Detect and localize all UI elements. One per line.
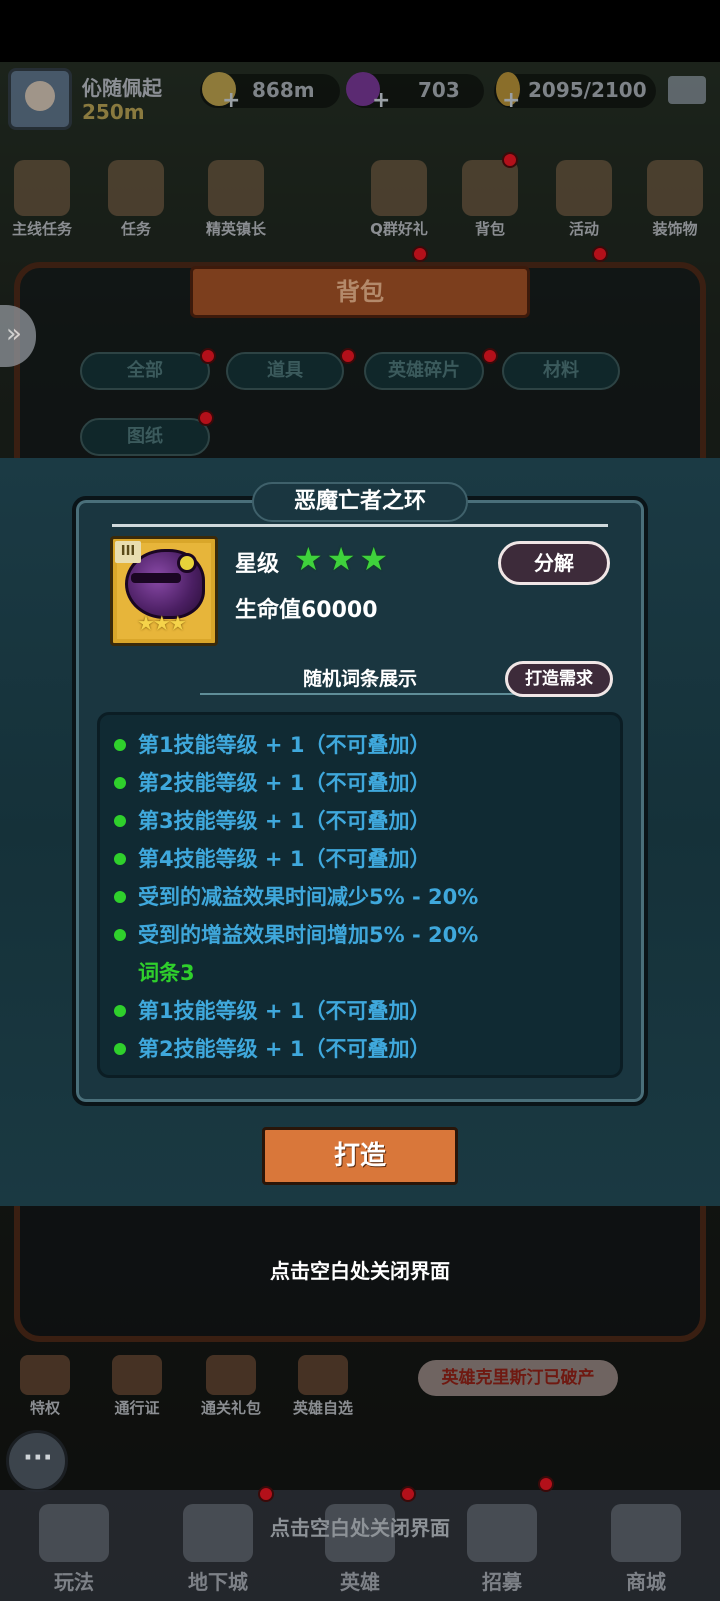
hero-select-button[interactable]: 英雄自选 [278, 1355, 368, 1418]
menu-main-quest[interactable]: 主线任务 [2, 160, 82, 239]
battle-pass-button[interactable]: 通行证 [92, 1355, 182, 1418]
list-item: 第4技能等级 + 1（不可叠加） [100, 843, 626, 873]
energy-value: 2095/2100 [528, 78, 647, 102]
bullet-icon [114, 1005, 126, 1017]
item-star-icons: ★★★ [137, 611, 187, 635]
list-item: 受到的增益效果时间增加5% - 20% [100, 919, 626, 949]
bullet-icon [114, 815, 126, 827]
decompose-button[interactable]: 分解 [498, 541, 610, 585]
notification-dot [482, 348, 498, 364]
craft-button[interactable]: 打造 [262, 1127, 458, 1185]
add-energy-icon[interactable]: + [502, 88, 520, 113]
nav-heroes[interactable]: 英雄 [290, 1490, 430, 1601]
tab-items[interactable]: 道具 [226, 352, 344, 390]
gift-pack-icon [206, 1355, 256, 1395]
list-item: 第2技能等级 + 1（不可叠加） [100, 1033, 626, 1063]
mayor-icon [208, 160, 264, 216]
bag-title-bar: 背包 [190, 266, 530, 318]
tier-badge: III [115, 541, 141, 563]
player-name: 伈随佩起 [82, 76, 162, 100]
item-icon-frame: III ★★★ [110, 536, 218, 646]
privilege-card-icon [20, 1355, 70, 1395]
tree-decoration-icon [647, 160, 703, 216]
close-hint-shadow: 点击空白处关闭界面 [270, 1516, 450, 1540]
bullet-icon [114, 929, 126, 941]
notification-dot [200, 348, 216, 364]
list-item: 第1技能等级 + 1（不可叠加） [100, 995, 626, 1025]
menu-qq-group-gift[interactable]: Q群好礼 [354, 160, 444, 239]
notification-dot [592, 246, 608, 262]
list-item: 第2技能等级 + 1（不可叠加） [100, 767, 626, 797]
notification-dot [198, 410, 214, 426]
bullet-icon [114, 853, 126, 865]
section-divider [200, 693, 520, 695]
list-item: 第1技能等级 + 1（不可叠加） [100, 729, 626, 759]
add-gem-icon[interactable]: + [372, 88, 390, 113]
menu-elite-mayor[interactable]: 精英镇长 [188, 160, 284, 239]
star-rating-icons: ★★★ [294, 540, 393, 578]
bullet-icon [114, 1043, 126, 1055]
notification-dot [412, 246, 428, 262]
affix-list[interactable]: 第1技能等级 + 1（不可叠加） 第2技能等级 + 1（不可叠加） 第3技能等级… [97, 712, 623, 1078]
player-level: 250m [82, 100, 145, 124]
list-item: 第3技能等级 + 1（不可叠加） [100, 805, 626, 835]
tab-hero-shards[interactable]: 英雄碎片 [364, 352, 484, 390]
top-menu: 主线任务 任务 精英镇长 Q群好礼 背包 活动 装饰物 [0, 160, 720, 240]
nav-recruit[interactable]: 招募 [432, 1490, 572, 1601]
clear-gift-button[interactable]: 通关礼包 [186, 1355, 276, 1418]
item-stat: 生命值60000 [235, 598, 378, 623]
menu-events[interactable]: 活动 [544, 160, 624, 239]
privilege-button[interactable]: 特权 [0, 1355, 90, 1418]
notification-dot [400, 1486, 416, 1502]
chat-icon[interactable] [6, 1430, 68, 1492]
notification-dot [340, 348, 356, 364]
nav-gameplay[interactable]: 玩法 [4, 1490, 144, 1601]
hero-choice-icon [298, 1355, 348, 1395]
close-hint[interactable]: 点击空白处关闭界面 [0, 1255, 720, 1284]
gem-resource[interactable]: + 703 [346, 72, 484, 113]
shield-event-icon [556, 160, 612, 216]
bottom-navbar: 玩法 地下城 英雄 招募 商城 [0, 1490, 720, 1601]
avatar[interactable] [8, 68, 72, 130]
gem-value: 703 [418, 78, 460, 102]
nav-shop[interactable]: 商城 [576, 1490, 716, 1601]
tab-materials[interactable]: 材料 [502, 352, 620, 390]
title-divider [112, 524, 608, 527]
star-rating-label: 星级 [235, 552, 280, 577]
list-item: 受到的减益效果时间减少5% - 20% [100, 881, 626, 911]
tab-all[interactable]: 全部 [80, 352, 210, 390]
notification-dot [258, 1486, 274, 1502]
bullet-icon [114, 739, 126, 751]
menu-decorations[interactable]: 装饰物 [632, 160, 718, 239]
pass-icon [112, 1355, 162, 1395]
top-bar: 伈随佩起 250m + 868m + 703 + 2095/2100 [0, 62, 720, 134]
tab-blueprints[interactable]: 图纸 [80, 418, 210, 456]
bullet-icon [114, 777, 126, 789]
affix-group-header: 词条3 [138, 961, 195, 985]
bag-title: 背包 [336, 278, 384, 306]
bullet-icon [114, 891, 126, 903]
energy-resource[interactable]: + 2095/2100 [494, 72, 656, 113]
nav-dungeon[interactable]: 地下城 [148, 1490, 288, 1601]
scroll-icon [14, 160, 70, 216]
add-gold-icon[interactable]: + [222, 88, 240, 113]
gold-resource[interactable]: + 868m [200, 72, 340, 113]
notice-banner: 英雄克里斯汀已破产 [418, 1360, 618, 1396]
notification-dot [538, 1476, 554, 1492]
status-bar [0, 0, 720, 62]
notification-dot [502, 152, 518, 168]
craft-requirement-button[interactable]: 打造需求 [505, 661, 613, 697]
task-book-icon [108, 160, 164, 216]
gold-value: 868m [252, 78, 315, 102]
menu-bag[interactable]: 背包 [450, 160, 530, 239]
gift-chat-icon [371, 160, 427, 216]
menu-tasks[interactable]: 任务 [96, 160, 176, 239]
backpack-icon [462, 160, 518, 216]
item-name: 恶魔亡者之环 [252, 482, 468, 522]
